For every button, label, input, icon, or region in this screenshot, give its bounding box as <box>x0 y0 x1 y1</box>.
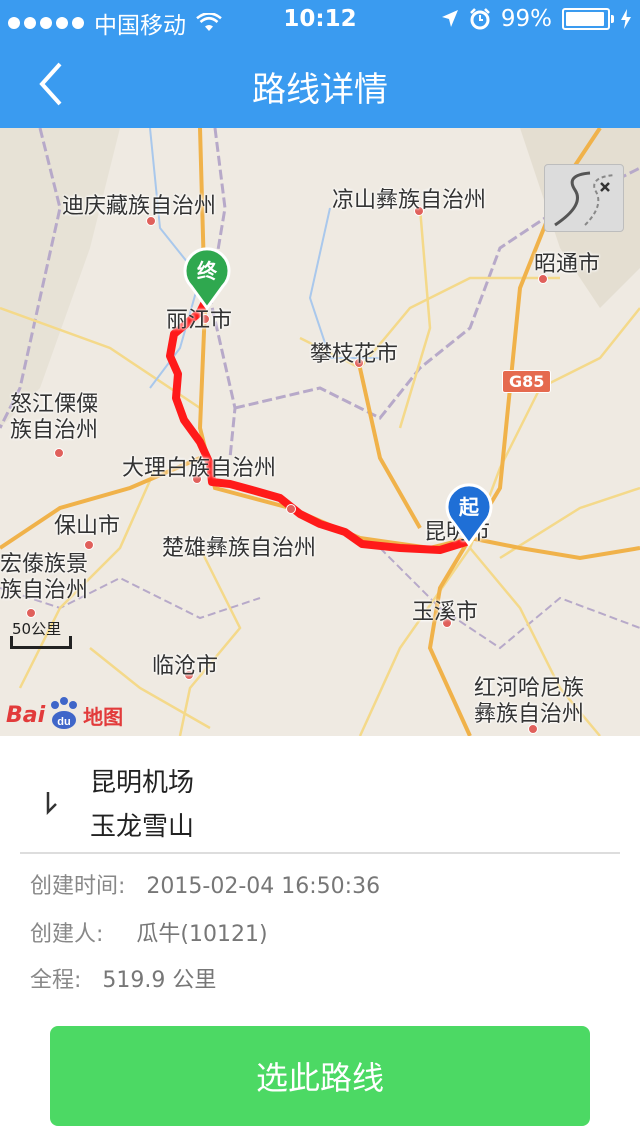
map-label-yuxi: 玉溪市 <box>412 600 479 625</box>
logo-paw-text: du <box>57 716 70 728</box>
created-time-value: 2015-02-04 16:50:36 <box>146 874 381 899</box>
created-time-label: 创建时间: <box>30 874 126 899</box>
end-marker-label: 终 <box>197 259 217 283</box>
alarm-clock-icon <box>469 8 490 30</box>
baidu-map-logo: Bai du 地图 <box>6 696 123 734</box>
status-right: 99% <box>441 6 632 32</box>
charging-bolt-icon <box>621 9 631 29</box>
map-label-diqing: 迪庆藏族自治州 <box>62 194 217 219</box>
city-dot-nujiang <box>54 448 64 458</box>
status-bar: 中国移动 10:12 99% <box>0 0 640 40</box>
map-layer-button[interactable] <box>544 164 624 232</box>
map-label-dali: 大理白族自治州 <box>122 456 277 481</box>
creator-label: 创建人: <box>30 922 104 947</box>
route-map[interactable]: 迪庆藏族自治州 凉山彝族自治州 昭通市 丽江市 攀枝花市 怒江傈僳 族自治州 大… <box>0 128 640 736</box>
route-destination: 玉龙雪山 <box>90 812 195 842</box>
map-scale-bar <box>10 636 72 649</box>
city-dot-dehong <box>26 608 36 618</box>
battery-level-fill <box>566 12 604 26</box>
distance-label: 全程: <box>30 968 82 993</box>
nav-bar: 路线详情 <box>0 40 640 128</box>
distance-row: 全程: 519.9 公里 <box>30 962 216 994</box>
baidu-paw-icon: du <box>47 696 81 734</box>
arrow-down-icon <box>46 792 57 816</box>
end-marker[interactable]: 终 <box>182 246 232 311</box>
page-title: 路线详情 <box>252 70 388 110</box>
map-label-chuxiong: 楚雄彝族自治州 <box>162 536 317 561</box>
location-arrow-icon <box>441 10 458 27</box>
divider <box>20 852 620 854</box>
map-label-honghe-line2: 彝族自治州 <box>474 702 585 727</box>
start-marker[interactable]: 起 <box>444 482 494 547</box>
logo-text: Bai <box>6 702 46 728</box>
created-time-row: 创建时间: 2015-02-04 16:50:36 <box>30 868 380 900</box>
map-label-baoshan: 保山市 <box>54 514 121 539</box>
route-origin: 昆明机场 <box>90 768 195 798</box>
route-summary: 昆明机场 玉龙雪山 <box>0 736 640 854</box>
creator-row: 创建人: 瓜牛(10121) <box>30 916 268 948</box>
creator-value: 瓜牛(10121) <box>136 922 268 947</box>
map-label-lincang: 临沧市 <box>152 654 219 679</box>
battery-percent: 99% <box>500 6 552 32</box>
distance-value: 519.9 公里 <box>102 968 217 993</box>
map-label-zhaotong: 昭通市 <box>534 252 601 277</box>
header: 中国移动 10:12 99% 路线详情 <box>0 0 640 128</box>
map-layer-icon <box>554 171 616 227</box>
map-label-nujiang-line2: 族自治州 <box>10 418 99 443</box>
map-label-panzhihua: 攀枝花市 <box>310 342 399 367</box>
map-label-dehong-line2: 族自治州 <box>0 578 89 603</box>
start-marker-label: 起 <box>459 495 479 519</box>
city-dot-chuxiong <box>286 504 296 514</box>
highway-badge: G85 <box>502 370 552 393</box>
select-route-button[interactable]: 选此路线 <box>50 1026 590 1126</box>
battery-icon <box>562 8 614 30</box>
map-label-liangshan: 凉山彝族自治州 <box>332 188 487 213</box>
logo-map-text: 地图 <box>83 704 124 729</box>
